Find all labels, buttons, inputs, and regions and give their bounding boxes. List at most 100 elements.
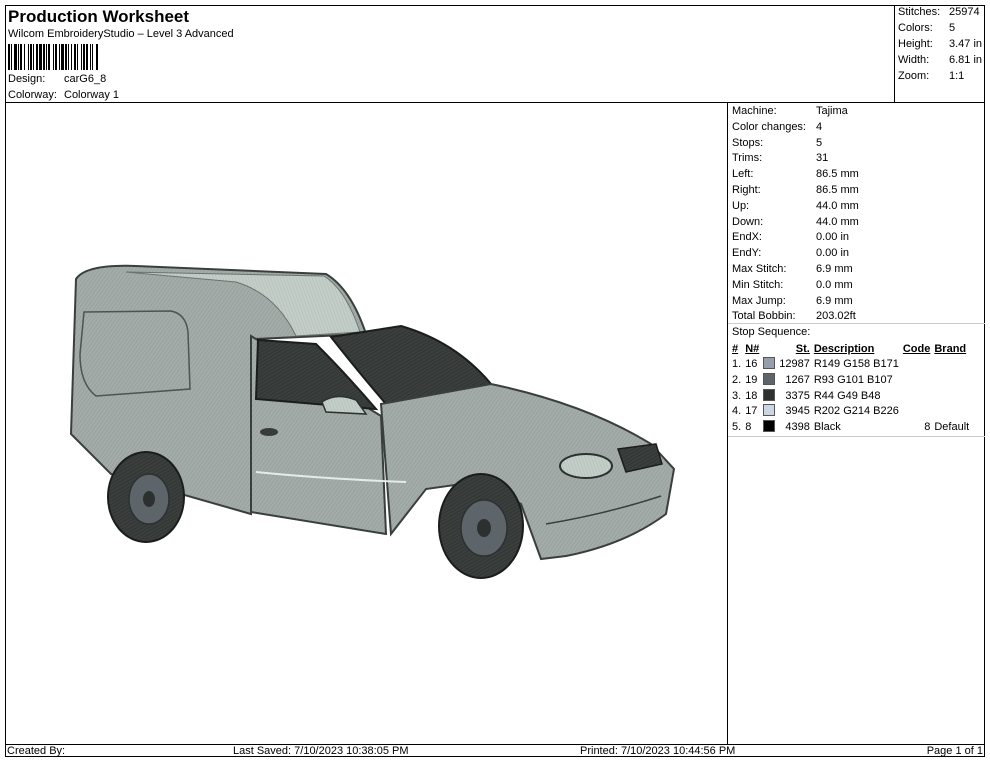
stat-label: Left:: [732, 168, 754, 181]
barcode-bar: [71, 44, 72, 70]
barcode-bar: [28, 44, 29, 70]
design-row: Design: carG6_8: [8, 73, 106, 85]
zoom-value: 1:1: [949, 70, 965, 82]
col-brand: Brand: [934, 342, 967, 355]
cell-description: R93 G101 B107: [813, 373, 893, 386]
stat-label: Max Stitch:: [732, 263, 787, 275]
stat-label: Min Stitch:: [732, 278, 784, 291]
barcode-bar: [81, 44, 82, 70]
barcode-bar: [43, 44, 45, 70]
color-swatch: [763, 372, 776, 385]
cell-brand: [932, 372, 971, 388]
barcode-bar: [20, 44, 22, 70]
width-row: Width: 6.81 in: [898, 54, 982, 66]
stat-row: Max Stitch: 6.9 mm: [732, 263, 853, 275]
barcode-bar: [46, 44, 47, 70]
colorway-value: Colorway 1: [64, 89, 120, 101]
table-row: 5. 8 4398 Black 8 Default: [730, 419, 971, 435]
stat-label: Total Bobbin:: [732, 310, 796, 323]
cell-code: 8: [924, 420, 931, 433]
headlight: [559, 453, 613, 479]
cell-stitches: 3375: [785, 389, 810, 402]
stat-row: Trims: 31: [732, 152, 828, 164]
printed-date: Printed: 7/10/2023 10:44:56 PM: [580, 745, 736, 757]
stat-row: Stops: 5: [732, 137, 822, 149]
design-preview: [6, 104, 727, 744]
stat-label: Max Jump:: [732, 294, 786, 307]
divider: [728, 323, 985, 324]
colors-value: 5: [949, 22, 956, 34]
cell-needle: 8: [745, 420, 752, 433]
colors-row: Colors: 5: [898, 22, 955, 34]
cargo-panel: [79, 310, 191, 397]
stat-label: Down:: [732, 215, 764, 228]
stats-panel: Machine: Tajima Color changes: 4 Stops: 5 Trim…: [727, 103, 985, 744]
worksheet-header: Production Worksheet Wilcom EmbroiderySt…: [5, 5, 894, 103]
design-label: Design:: [8, 73, 46, 85]
barcode-bar: [48, 44, 50, 70]
page-number: Page 1 of 1: [926, 745, 983, 757]
col-swatch: [761, 341, 777, 357]
stat-label: Stops:: [732, 136, 764, 149]
stat-row: Machine: Tajima: [732, 105, 848, 117]
cell-num: 1.: [732, 358, 742, 371]
stat-value: 0.00 in: [816, 247, 850, 260]
stat-label: EndY:: [732, 247, 762, 260]
cell-needle: 17: [745, 405, 758, 418]
stitches-value: 25974: [949, 6, 980, 18]
cell-description: Black: [813, 420, 841, 433]
color-swatch-cell: [761, 357, 777, 373]
cell-num: 5.: [732, 420, 742, 433]
barcode-bar: [86, 44, 88, 70]
stat-value: 86.5 mm: [816, 184, 859, 196]
zoom-row: Zoom: 1:1: [898, 70, 964, 82]
footer: Created By: Last Saved: 7/10/2023 10:38:…: [5, 744, 985, 757]
colorway-row: Colorway: Colorway 1: [8, 89, 119, 101]
col-code: Code: [902, 342, 931, 355]
barcode-bar: [77, 44, 78, 70]
last-saved: Last Saved: 7/10/2023 10:38:05 PM: [233, 745, 409, 757]
color-swatch: [763, 357, 776, 370]
barcode-bar: [61, 44, 64, 70]
stat-row: Min Stitch: 0.0 mm: [732, 279, 853, 291]
cell-num: 3.: [732, 389, 742, 402]
stat-label: Color changes:: [732, 120, 806, 133]
cell-stitches: 3945: [785, 405, 810, 418]
height-label: Height:: [898, 38, 933, 50]
barcode-bar: [59, 44, 60, 70]
barcode-bar: [68, 44, 69, 70]
stat-value: 44.0 mm: [816, 215, 859, 228]
stat-value: 5: [816, 136, 823, 149]
table-row: 1. 16 12987 R149 G158 B171: [730, 357, 971, 373]
height-value: 3.47 in: [949, 38, 983, 50]
software-name: Wilcom EmbroideryStudio – Level 3 Advanc…: [8, 28, 234, 40]
color-swatch: [763, 404, 776, 417]
barcode-bar: [92, 44, 93, 70]
stat-label: Up:: [732, 199, 750, 212]
barcode-bar: [65, 44, 67, 70]
stop-sequence-table: # N# St. Description Code Brand 1. 16 1298…: [730, 341, 971, 435]
stat-value: 6.9 mm: [816, 294, 853, 307]
color-swatch: [763, 388, 776, 401]
cell-stitches: 1267: [785, 373, 810, 386]
barcode-bar: [11, 44, 12, 70]
stat-label: Trims:: [732, 152, 763, 165]
color-swatch-cell: [761, 388, 777, 404]
stat-row: Left: 86.5 mm: [732, 168, 859, 180]
color-swatch-cell: [761, 419, 777, 435]
cell-brand: [932, 403, 971, 419]
barcode-bar: [36, 44, 38, 70]
summary-box: Stitches: 25974 Colors: 5 Height: 3.47 in W…: [894, 5, 985, 103]
stat-value: Tajima: [816, 105, 848, 117]
barcode-bar: [74, 44, 76, 70]
page-title: Production Worksheet: [8, 7, 190, 26]
colors-label: Colors:: [898, 22, 933, 34]
barcode-bar: [8, 44, 10, 70]
front-wheel: [438, 473, 524, 579]
zoom-label: Zoom:: [898, 70, 930, 82]
stat-value: 0.0 mm: [816, 278, 853, 291]
color-swatch-cell: [761, 372, 777, 388]
car-embroidery-image: [69, 264, 676, 579]
table-header-row: # N# St. Description Code Brand: [730, 341, 971, 357]
cell-code: [901, 357, 933, 373]
